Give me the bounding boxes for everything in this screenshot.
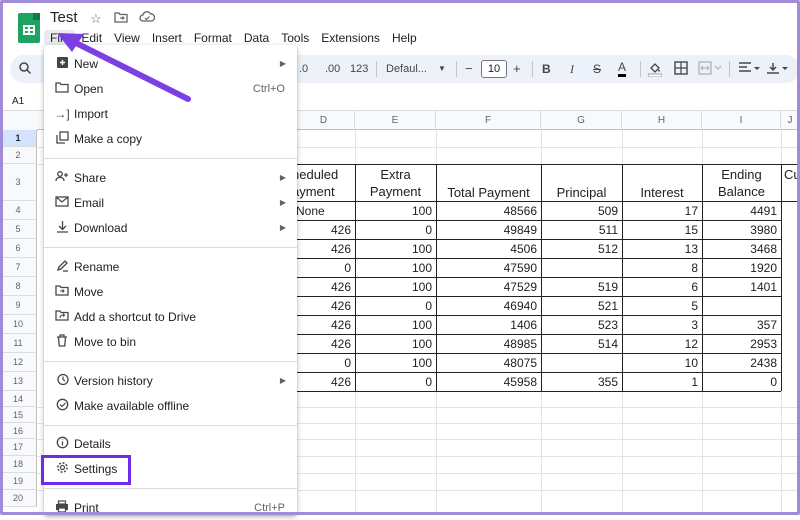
arrow-shaft [67, 37, 191, 102]
annotation-arrow [57, 33, 191, 102]
